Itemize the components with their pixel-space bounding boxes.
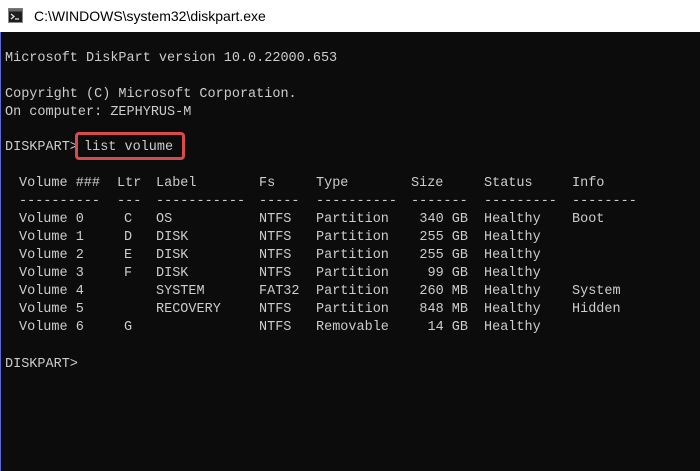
window-border	[0, 32, 1, 471]
table-cell: Partition	[316, 230, 389, 245]
prompt: DISKPART>	[5, 140, 78, 155]
copyright-line: Copyright (C) Microsoft Corporation.	[5, 87, 297, 102]
table-cell: Volume 5	[19, 302, 84, 317]
table-cell: 848 MB	[419, 302, 468, 317]
table-cell: DISK	[156, 248, 189, 263]
table-cell: NTFS	[259, 212, 292, 227]
table-cell: NTFS	[259, 320, 292, 335]
column-header: Label	[156, 176, 197, 191]
column-separator: -----------	[156, 194, 246, 209]
table-cell: F	[124, 266, 133, 281]
table-cell: Healthy	[484, 284, 541, 299]
column-header: Status	[484, 176, 533, 191]
table-cell: Volume 2	[19, 248, 84, 263]
column-header: Type	[316, 176, 349, 191]
table-cell: G	[124, 320, 133, 335]
table-cell: Hidden	[572, 302, 621, 317]
table-cell: Volume 4	[19, 284, 84, 299]
table-cell: Partition	[316, 284, 389, 299]
table-cell: Partition	[316, 266, 389, 281]
table-cell: Healthy	[484, 266, 541, 281]
table-cell: D	[124, 230, 133, 245]
table-cell: C	[124, 212, 133, 227]
table-cell: 99 GB	[427, 266, 468, 281]
table-cell: Partition	[316, 302, 389, 317]
table-cell: 14 GB	[427, 320, 468, 335]
table-cell: DISK	[156, 230, 189, 245]
table-cell: Volume 3	[19, 266, 84, 281]
table-cell: Healthy	[484, 212, 541, 227]
column-separator: -----	[259, 194, 300, 209]
table-cell: FAT32	[259, 284, 300, 299]
table-cell: Volume 6	[19, 320, 84, 335]
table-cell: System	[572, 284, 621, 299]
table-cell: Partition	[316, 248, 389, 263]
table-cell: RECOVERY	[156, 302, 221, 317]
column-header: Size	[411, 176, 444, 191]
column-header: Volume ###	[19, 176, 101, 191]
table-cell: Healthy	[484, 302, 541, 317]
table-cell: NTFS	[259, 302, 292, 317]
table-cell: OS	[156, 212, 173, 227]
column-separator: ----------	[316, 194, 398, 209]
table-cell: DISK	[156, 266, 189, 281]
column-header: Fs	[259, 176, 276, 191]
table-cell: Volume 1	[19, 230, 84, 245]
table-cell: NTFS	[259, 248, 292, 263]
table-cell: Volume 0	[19, 212, 84, 227]
column-separator: ---	[117, 194, 142, 209]
column-separator: --------	[572, 194, 637, 209]
column-header: Ltr	[117, 176, 142, 191]
diskpart-window: C:\WINDOWS\system32\diskpart.exe Microso…	[0, 0, 700, 471]
table-cell: 255 GB	[419, 248, 468, 263]
table-cell: Healthy	[484, 320, 541, 335]
final-prompt: DISKPART>	[5, 357, 78, 372]
table-cell: Boot	[572, 212, 605, 227]
table-cell: 260 MB	[419, 284, 468, 299]
table-cell: Partition	[316, 212, 389, 227]
console-app-icon	[8, 8, 23, 23]
table-cell: E	[124, 248, 133, 263]
table-cell: Removable	[316, 320, 389, 335]
computer-line: On computer: ZEPHYRUS-M	[5, 105, 192, 120]
table-cell: NTFS	[259, 266, 292, 281]
column-header: Info	[572, 176, 605, 191]
title-bar[interactable]: C:\WINDOWS\system32\diskpart.exe	[0, 0, 700, 32]
column-separator: ---------	[484, 194, 557, 209]
column-separator: -------	[411, 194, 468, 209]
table-cell: SYSTEM	[156, 284, 205, 299]
table-cell: Healthy	[484, 248, 541, 263]
table-cell: 340 GB	[419, 212, 468, 227]
command-text: list volume	[84, 140, 174, 155]
version-line: Microsoft DiskPart version 10.0.22000.65…	[5, 51, 338, 66]
table-cell: NTFS	[259, 230, 292, 245]
column-separator: ----------	[19, 194, 101, 209]
window-title: C:\WINDOWS\system32\diskpart.exe	[34, 8, 266, 24]
table-cell: Healthy	[484, 230, 541, 245]
table-cell: 255 GB	[419, 230, 468, 245]
